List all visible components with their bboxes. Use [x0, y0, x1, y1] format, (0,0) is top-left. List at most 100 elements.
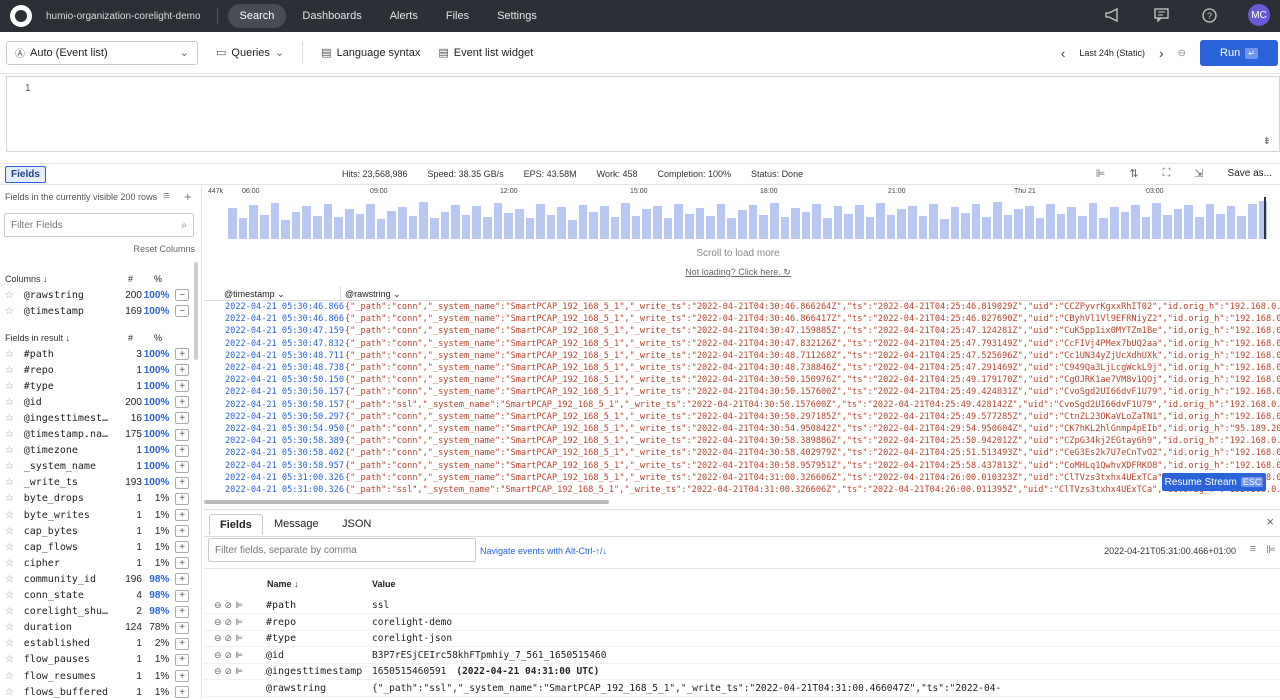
- nav-dashboards[interactable]: Dashboards: [290, 4, 373, 28]
- histogram-bar[interactable]: [451, 204, 460, 239]
- histogram-bar[interactable]: [1131, 204, 1140, 239]
- exclude-icon[interactable]: ⊖: [214, 600, 225, 610]
- histogram-bar[interactable]: [727, 217, 736, 239]
- remove-column-button[interactable]: −: [175, 289, 189, 301]
- histogram-bar[interactable]: [929, 203, 938, 239]
- histogram-bar[interactable]: [801, 212, 811, 239]
- add-column-button[interactable]: +: [175, 348, 189, 360]
- field-row[interactable]: ☆ cap_bytes 1 1% +: [5, 523, 189, 539]
- star-icon[interactable]: ☆: [5, 687, 17, 698]
- organization-name[interactable]: humio-organization-corelight-demo: [46, 11, 201, 22]
- event-row[interactable]: 2022-04-21 05:30:48.738{"_path":"conn","…: [225, 362, 1280, 375]
- detail-row[interactable]: ⊖⊘⊫ @ingesttimestamp 1650515460591 (2022…: [204, 664, 1280, 680]
- event-row[interactable]: 2022-04-21 05:30:46.866{"_path":"conn","…: [225, 313, 1280, 326]
- resume-stream-button[interactable]: Resume Stream ESC: [1162, 473, 1266, 491]
- help-icon[interactable]: ?: [1200, 6, 1218, 24]
- histogram-bar[interactable]: [759, 215, 768, 239]
- detail-row[interactable]: ⊖⊘⊫ #path ssl: [204, 598, 1280, 614]
- histogram-bar[interactable]: [706, 216, 715, 239]
- add-column-button[interactable]: +: [175, 380, 189, 393]
- histogram-bar[interactable]: [1109, 207, 1119, 239]
- columns-section-label[interactable]: Columns ↓: [5, 274, 48, 284]
- histogram-bar[interactable]: [716, 203, 726, 239]
- star-icon[interactable]: ☆: [5, 445, 17, 456]
- histogram-bar[interactable]: [886, 215, 896, 239]
- star-icon[interactable]: ☆: [5, 493, 17, 504]
- column-row[interactable]: ☆ @timestamp 169 100% −: [5, 303, 189, 319]
- include-icon[interactable]: ⊘: [225, 633, 236, 643]
- zoom-out-icon[interactable]: ⊖: [1178, 48, 1186, 59]
- histogram-bar[interactable]: [1099, 218, 1108, 239]
- star-icon[interactable]: ☆: [5, 429, 17, 440]
- histogram-bar[interactable]: [1046, 204, 1055, 239]
- histogram-bar[interactable]: [1014, 208, 1023, 239]
- details-layout-icon[interactable]: ⊫: [1266, 543, 1276, 556]
- details-filter-input[interactable]: Filter fields, separate by comma: [208, 538, 476, 562]
- histogram-bar[interactable]: [876, 203, 885, 239]
- details-filter-icon[interactable]: ≡: [1250, 543, 1256, 555]
- histogram-bar[interactable]: [366, 204, 375, 239]
- histogram-bar[interactable]: [259, 215, 269, 239]
- field-row[interactable]: ☆ _system_name 1 100% +: [5, 459, 189, 475]
- event-row[interactable]: 2022-04-21 05:30:54.950{"_path":"conn","…: [225, 423, 1280, 436]
- event-row[interactable]: 2022-04-21 05:30:46.866{"_path":"conn","…: [225, 301, 1280, 314]
- detail-row[interactable]: ⊖⊘⊫ #type corelight-json: [204, 631, 1280, 647]
- histogram-bar[interactable]: [578, 204, 588, 239]
- field-row[interactable]: ☆ byte_drops 1 1% +: [5, 491, 189, 507]
- event-row[interactable]: 2022-04-21 05:30:48.711{"_path":"conn","…: [225, 350, 1280, 363]
- star-icon[interactable]: ☆: [5, 558, 17, 569]
- exclude-icon[interactable]: ⊖: [214, 650, 225, 660]
- add-column-button[interactable]: +: [175, 525, 189, 538]
- histogram-bar[interactable]: [1067, 206, 1076, 239]
- field-row[interactable]: ☆ _write_ts 193 100% +: [5, 475, 189, 491]
- histogram-bar[interactable]: [302, 205, 311, 239]
- close-icon[interactable]: ×: [1266, 514, 1274, 529]
- add-field-icon[interactable]: +: [184, 189, 192, 204]
- histogram-bar[interactable]: [281, 220, 290, 239]
- avatar[interactable]: MC: [1248, 4, 1270, 26]
- star-icon[interactable]: ☆: [5, 349, 17, 360]
- histogram-bar[interactable]: [376, 219, 386, 239]
- expand-icon[interactable]: ⛶: [1163, 167, 1171, 180]
- columns-icon[interactable]: ⊫: [1096, 167, 1106, 180]
- feedback-icon[interactable]: [1152, 6, 1170, 24]
- add-column-icon[interactable]: ⊫: [235, 666, 246, 676]
- run-button[interactable]: Run ↵: [1200, 40, 1278, 66]
- event-row[interactable]: 2022-04-21 05:30:47.159{"_path":"conn","…: [225, 325, 1280, 338]
- histogram-bar[interactable]: [557, 207, 566, 239]
- remove-column-button[interactable]: −: [175, 305, 189, 317]
- field-row[interactable]: ☆ flow_pauses 1 1% +: [5, 652, 189, 668]
- histogram-bar[interactable]: [780, 216, 790, 239]
- field-row[interactable]: ☆ conn_state 4 98% +: [5, 588, 189, 604]
- histogram-bar[interactable]: [323, 203, 333, 239]
- event-row[interactable]: 2022-04-21 05:31:00.326{"_path":"conn","…: [225, 472, 1280, 485]
- histogram-bar[interactable]: [950, 207, 960, 239]
- field-row[interactable]: ☆ flows_buffered 1 1% +: [5, 684, 189, 700]
- histogram-bar[interactable]: [408, 216, 418, 239]
- histogram-bar[interactable]: [1035, 217, 1045, 239]
- histogram-bar[interactable]: [525, 217, 535, 239]
- filter-fields-input[interactable]: Filter Fields ⌕: [4, 213, 194, 237]
- histogram-bar[interactable]: [653, 205, 662, 239]
- add-column-button[interactable]: +: [175, 670, 189, 682]
- add-column-icon[interactable]: ⊫: [235, 617, 246, 627]
- name-column-header[interactable]: Name ↓: [267, 579, 299, 589]
- histogram-bar[interactable]: [461, 215, 471, 239]
- exclude-icon[interactable]: ⊖: [214, 666, 225, 676]
- event-list-hscrollbar[interactable]: [204, 500, 609, 504]
- field-row[interactable]: ☆ @timezone 1 100% +: [5, 443, 189, 459]
- nav-files[interactable]: Files: [434, 4, 481, 28]
- histogram-bar[interactable]: [1205, 204, 1215, 239]
- fields-section-label[interactable]: Fields in result ↓: [5, 333, 70, 343]
- histogram-bar[interactable]: [514, 208, 524, 239]
- app-logo[interactable]: [10, 5, 32, 27]
- histogram-bar[interactable]: [1173, 209, 1183, 239]
- histogram-bar[interactable]: [228, 207, 237, 239]
- star-icon[interactable]: ☆: [5, 413, 17, 424]
- field-row[interactable]: ☆ @timestamp.na… 175 100% +: [5, 427, 189, 443]
- field-row[interactable]: ☆ cap_flows 1 1% +: [5, 539, 189, 555]
- add-column-button[interactable]: +: [175, 605, 189, 618]
- star-icon[interactable]: ☆: [5, 542, 17, 553]
- queries-button[interactable]: ▭ Queries ⌄: [216, 46, 284, 60]
- event-row[interactable]: 2022-04-21 05:30:50.157{"_path":"ssl","_…: [225, 399, 1280, 412]
